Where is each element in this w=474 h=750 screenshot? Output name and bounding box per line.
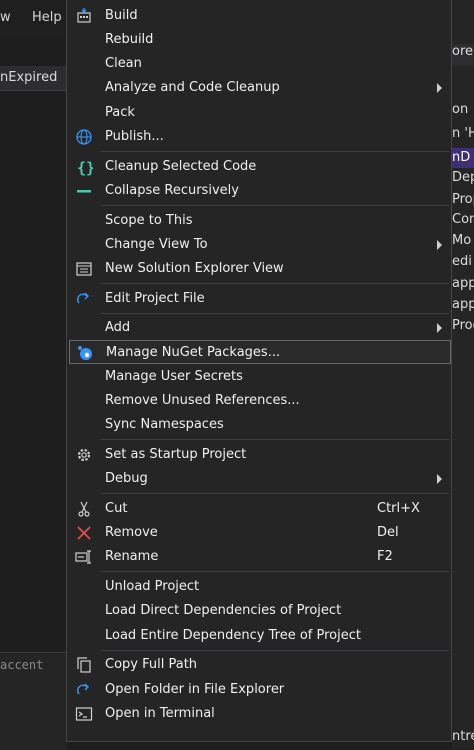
menu-item-add[interactable]: Add — [69, 316, 451, 340]
context-menu: Build Rebuild Clean Analyze and Code Cle… — [66, 0, 452, 742]
explorer-line: n 'H — [452, 126, 474, 141]
gear-icon — [75, 446, 93, 464]
svg-text:{}: {} — [77, 159, 93, 176]
background-menubar: w Help — [0, 0, 66, 36]
submenu-arrow-icon — [437, 240, 442, 250]
menu-item-cleanup-selected[interactable]: {} Cleanup Selected Code — [69, 155, 451, 179]
explorer-selected-node[interactable]: nD — [452, 148, 474, 168]
shortcut-cut: Ctrl+X — [377, 501, 420, 516]
shortcut-rename: F2 — [377, 549, 393, 564]
explorer-line[interactable]: Con — [452, 212, 474, 227]
globe-icon — [75, 128, 93, 146]
menu-item-rename[interactable]: Rename F2 — [69, 545, 451, 569]
editor-area — [0, 91, 66, 651]
menu-item-unload[interactable]: Unload Project — [69, 575, 451, 599]
collapse-icon — [75, 182, 93, 200]
menu-separator — [101, 151, 449, 152]
menu-item-publish[interactable]: Publish... — [69, 125, 451, 149]
menu-separator — [101, 650, 449, 651]
shortcut-remove: Del — [377, 525, 399, 540]
menu-item-scope[interactable]: Scope to This — [69, 209, 451, 233]
menu-item-startup[interactable]: Set as Startup Project — [69, 443, 451, 467]
scissors-icon — [75, 500, 93, 518]
bottom-panel: accent — [0, 652, 66, 750]
bottom-panel-text: accent — [0, 658, 44, 672]
open-folder-arrow-icon — [75, 681, 93, 699]
explorer-line[interactable]: Prop — [452, 192, 474, 207]
menu-item-analyze[interactable]: Analyze and Code Cleanup — [69, 76, 451, 100]
remove-x-icon — [75, 524, 93, 542]
menu-item-clean[interactable]: Clean — [69, 52, 451, 76]
menu-item-copy-path[interactable]: Copy Full Path — [69, 653, 451, 677]
menu-item-cut[interactable]: Cut Ctrl+X — [69, 497, 451, 521]
menu-item-sync-namespaces[interactable]: Sync Namespaces — [69, 413, 451, 437]
explorer-line[interactable]: app — [452, 276, 474, 291]
explorer-line[interactable]: edi — [452, 254, 472, 269]
menu-item-remove[interactable]: Remove Del — [69, 521, 451, 545]
terminal-icon — [75, 705, 93, 723]
rename-icon — [75, 548, 93, 566]
menu-separator — [101, 493, 449, 494]
solution-explorer-fragment: ore on n 'H nD Dep Prop Con Mo edi app a… — [452, 0, 474, 749]
explorer-line[interactable]: Mo — [452, 233, 471, 248]
explorer-line[interactable]: Prog — [452, 318, 474, 333]
explorer-line: ntre — [452, 729, 474, 744]
menu-item-pack[interactable]: Pack — [69, 101, 451, 125]
menu-item-rebuild[interactable]: Rebuild — [69, 28, 451, 52]
menu-item-load-direct[interactable]: Load Direct Dependencies of Project — [69, 599, 451, 623]
menu-help[interactable]: Help — [32, 10, 62, 25]
submenu-arrow-icon — [437, 83, 442, 93]
window-list-icon — [75, 260, 93, 278]
explorer-line[interactable]: app — [452, 297, 474, 312]
submenu-arrow-icon — [437, 474, 442, 484]
menu-item-remove-unused[interactable]: Remove Unused References... — [69, 389, 451, 413]
menu-separator — [101, 313, 449, 314]
menu-separator — [101, 205, 449, 206]
menu-item-open-folder[interactable]: Open Folder in File Explorer — [69, 678, 451, 702]
editor-tab-label: nExpired — [0, 70, 58, 85]
submenu-arrow-icon — [437, 323, 442, 333]
menu-item-open-terminal[interactable]: Open in Terminal — [69, 702, 451, 726]
explorer-line: on — [452, 102, 469, 117]
redo-arrow-icon — [75, 290, 93, 308]
menu-item-edit-project[interactable]: Edit Project File — [69, 287, 451, 311]
menu-separator — [101, 571, 449, 572]
nuget-icon — [76, 344, 94, 362]
braces-icon: {} — [75, 158, 95, 177]
copy-icon — [75, 656, 93, 674]
explorer-line[interactable]: Dep — [452, 170, 474, 185]
menu-separator — [101, 283, 449, 284]
build-icon — [75, 7, 93, 25]
menu-item-build[interactable]: Build — [69, 4, 451, 28]
menu-item-new-view[interactable]: New Solution Explorer View — [69, 257, 451, 281]
menu-item-collapse[interactable]: Collapse Recursively — [69, 179, 451, 203]
menu-item-load-entire[interactable]: Load Entire Dependency Tree of Project — [69, 624, 451, 648]
menu-separator — [101, 439, 449, 440]
menu-item-debug[interactable]: Debug — [69, 467, 451, 491]
editor-tab[interactable]: nExpired — [0, 66, 66, 91]
explorer-header: ore — [452, 44, 474, 66]
menu-item-change-view[interactable]: Change View To — [69, 233, 451, 257]
menu-item-manage-secrets[interactable]: Manage User Secrets — [69, 365, 451, 389]
menu-view[interactable]: w — [0, 10, 11, 25]
menu-item-manage-nuget[interactable]: Manage NuGet Packages... — [69, 340, 451, 364]
